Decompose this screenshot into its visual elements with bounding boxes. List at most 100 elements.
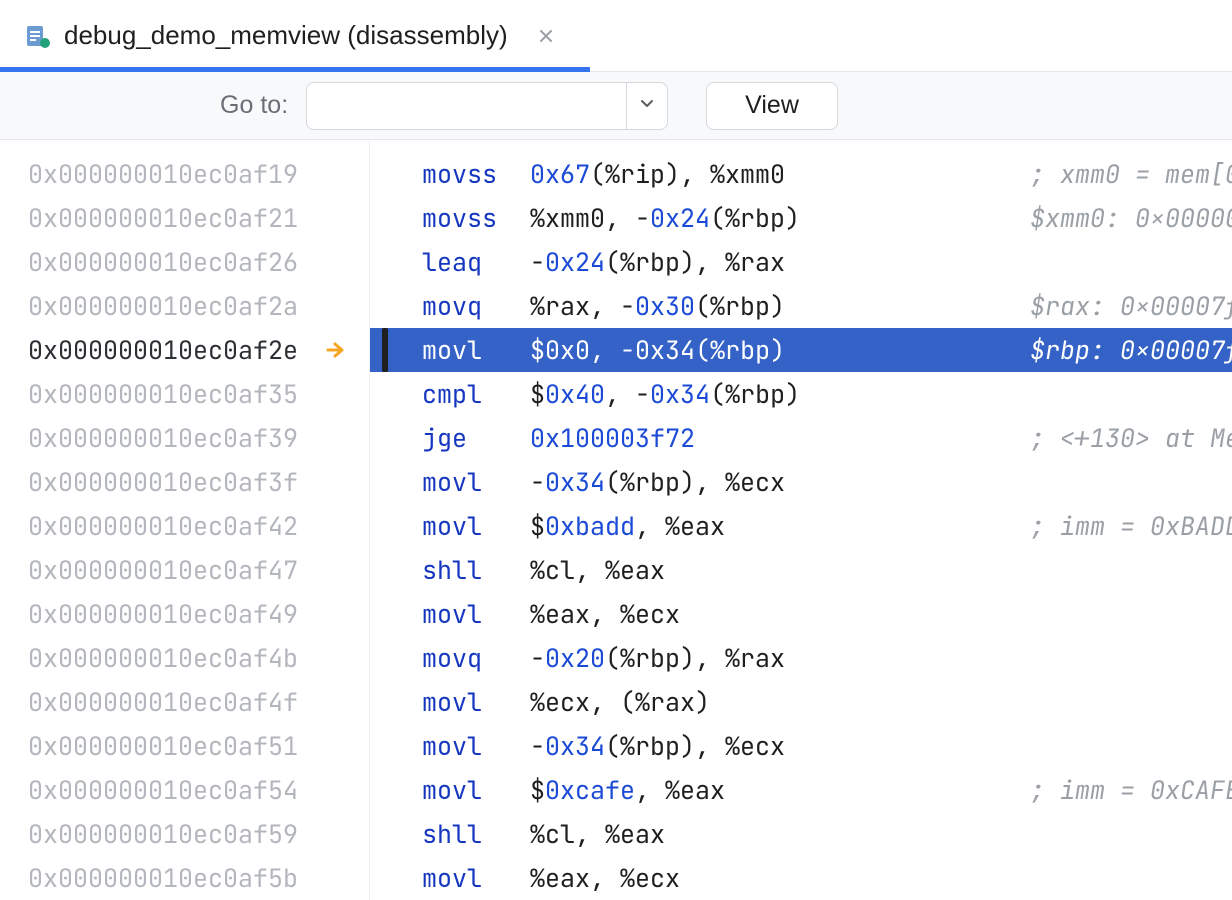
goto-dropdown[interactable] [626, 82, 668, 130]
opcode: movl [422, 856, 530, 900]
opcode: shll [422, 548, 530, 592]
operands: 0x100003f72 [530, 416, 695, 460]
address-value: 0x000000010ec0af3f [28, 460, 298, 504]
hex-literal: 0x34 [650, 377, 710, 411]
opcode: movss [422, 152, 530, 196]
operand-text: (%rbp) [710, 201, 800, 235]
opcode: movss [422, 196, 530, 240]
operands: -0x34(%rbp), %ecx [530, 460, 785, 504]
opcode: cmpl [422, 372, 530, 416]
line-marker [382, 240, 388, 284]
operand-text: $ [530, 773, 545, 807]
disassembly-line[interactable]: movl-0x34(%rbp), %ecx [370, 724, 1232, 768]
operands: %ecx, (%rax) [530, 680, 710, 724]
operands: $0x0, -0x34(%rbp) [530, 328, 785, 372]
address-value: 0x000000010ec0af51 [28, 724, 298, 768]
address-row[interactable]: 0x000000010ec0af2a [0, 284, 369, 328]
disassembly-line[interactable]: movq-0x20(%rbp), %rax [370, 636, 1232, 680]
operand-text: %ecx, (%rax) [530, 685, 710, 719]
opcode: movq [422, 284, 530, 328]
address-value: 0x000000010ec0af54 [28, 768, 298, 812]
line-marker [382, 196, 388, 240]
hex-literal: 0x40 [545, 377, 605, 411]
operand-text: , %eax [635, 509, 725, 543]
disassembly-line[interactable]: movl$0xbadd, %eax; imm = 0xBADD [370, 504, 1232, 548]
disassembly-line[interactable]: cmpl$0x40, -0x34(%rbp) [370, 372, 1232, 416]
operand-text: (%rbp) [710, 377, 800, 411]
operands: %eax, %ecx [530, 592, 680, 636]
address-row[interactable]: 0x000000010ec0af4b [0, 636, 369, 680]
disassembly-line[interactable]: movl$0xcafe, %eax; imm = 0xCAFE [370, 768, 1232, 812]
address-row[interactable]: 0x000000010ec0af49 [0, 592, 369, 636]
line-marker [382, 856, 388, 900]
address-row[interactable]: 0x000000010ec0af54 [0, 768, 369, 812]
operand-text: $ [530, 333, 545, 367]
operands: 0x67(%rip), %xmm0 [530, 152, 785, 196]
line-marker [382, 504, 388, 548]
address-row[interactable]: 0x000000010ec0af51 [0, 724, 369, 768]
address-row[interactable]: 0x000000010ec0af42 [0, 504, 369, 548]
address-value: 0x000000010ec0af5b [28, 856, 298, 900]
line-marker [382, 768, 388, 812]
opcode: movl [422, 460, 530, 504]
inline-comment: $rbp: 0x00007ff7b [1030, 328, 1232, 372]
hex-literal: 0x20 [545, 641, 605, 675]
address-row[interactable]: 0x000000010ec0af4f [0, 680, 369, 724]
inline-comment: $xmm0: 0x00000000 [1030, 196, 1232, 240]
toolbar: Go to: View [0, 72, 1232, 140]
address-row[interactable]: 0x000000010ec0af19 [0, 152, 369, 196]
goto-input[interactable] [306, 82, 626, 130]
disassembly-line[interactable]: movl$0x0, -0x34(%rbp) $rbp: 0x00007ff7b [370, 328, 1232, 372]
address-row[interactable]: 0x000000010ec0af21 [0, 196, 369, 240]
disassembly-line[interactable]: shll%cl, %eax [370, 812, 1232, 856]
disassembly-line[interactable]: movss%xmm0, -0x24(%rbp) $xmm0: 0x00000000 [370, 196, 1232, 240]
operand-text: $ [530, 377, 545, 411]
address-row[interactable]: 0x000000010ec0af59 [0, 812, 369, 856]
address-row[interactable]: 0x000000010ec0af39 [0, 416, 369, 460]
opcode: movl [422, 328, 530, 372]
address-value: 0x000000010ec0af2a [28, 284, 298, 328]
opcode: movl [422, 680, 530, 724]
disassembly-line[interactable]: movl%eax, %ecx [370, 856, 1232, 900]
operands: -0x34(%rbp), %ecx [530, 724, 785, 768]
operands: %eax, %ecx [530, 856, 680, 900]
address-value: 0x000000010ec0af59 [28, 812, 298, 856]
disassembly-line[interactable]: movss0x67(%rip), %xmm0; xmm0 = mem[0],z [370, 152, 1232, 196]
close-icon[interactable] [528, 18, 564, 54]
operands: $0xbadd, %eax [530, 504, 725, 548]
operands: %xmm0, -0x24(%rbp) [530, 196, 800, 240]
disassembly-line[interactable]: movq%rax, -0x30(%rbp)$rax: 0x00007ff7b [370, 284, 1232, 328]
current-line-arrow-icon [321, 335, 351, 365]
opcode: movl [422, 592, 530, 636]
line-marker [382, 548, 388, 592]
address-row[interactable]: 0x000000010ec0af47 [0, 548, 369, 592]
disassembly-line[interactable]: movl-0x34(%rbp), %ecx [370, 460, 1232, 504]
line-marker [382, 328, 388, 372]
address-row[interactable]: 0x000000010ec0af2e [0, 328, 369, 372]
address-value: 0x000000010ec0af2e [28, 328, 298, 372]
disassembly-line[interactable]: leaq-0x24(%rbp), %rax [370, 240, 1232, 284]
address-row[interactable]: 0x000000010ec0af35 [0, 372, 369, 416]
disassembly-line[interactable]: movl%ecx, (%rax) [370, 680, 1232, 724]
disassembly-line[interactable]: shll%cl, %eax [370, 548, 1232, 592]
line-marker [382, 460, 388, 504]
address-row[interactable]: 0x000000010ec0af3f [0, 460, 369, 504]
hex-literal: 0x34 [635, 333, 695, 367]
operand-text: (%rbp) [695, 289, 785, 323]
line-marker [382, 592, 388, 636]
address-row[interactable]: 0x000000010ec0af26 [0, 240, 369, 284]
operands: %cl, %eax [530, 812, 665, 856]
view-button[interactable]: View [706, 82, 838, 130]
tab-disassembly[interactable]: debug_demo_memview (disassembly) [0, 0, 590, 71]
disassembly-line[interactable]: movl%eax, %ecx [370, 592, 1232, 636]
address-value: 0x000000010ec0af19 [28, 152, 298, 196]
opcode: movl [422, 768, 530, 812]
goto-label: Go to: [220, 91, 288, 120]
inline-comment: ; imm = 0xCAFE [1030, 768, 1232, 812]
operand-text: (%rbp), %ecx [605, 465, 785, 499]
line-marker [382, 636, 388, 680]
address-row[interactable]: 0x000000010ec0af5b [0, 856, 369, 900]
operand-text: %eax, %ecx [530, 597, 680, 631]
disassembly-line[interactable]: jge0x100003f72; <+130> at Memor [370, 416, 1232, 460]
hex-literal: 0x24 [545, 245, 605, 279]
